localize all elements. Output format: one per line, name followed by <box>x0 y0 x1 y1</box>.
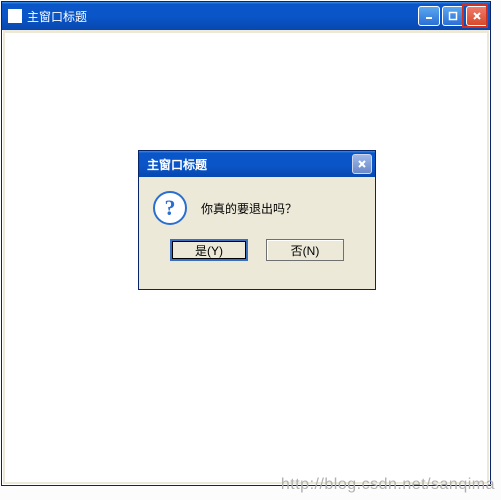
yes-button[interactable]: 是(Y) <box>170 239 248 261</box>
confirm-dialog: 主窗口标题 ? 你真的要退出吗？ 是(Y) 否(N) <box>138 150 376 290</box>
app-icon <box>8 9 22 23</box>
no-button[interactable]: 否(N) <box>266 239 344 261</box>
no-button-label: 否(N) <box>291 242 320 259</box>
close-button[interactable] <box>466 6 488 26</box>
yes-button-label: 是(Y) <box>195 242 223 259</box>
window-buttons <box>418 6 488 26</box>
minimize-button[interactable] <box>418 6 440 26</box>
dialog-close-button[interactable] <box>352 154 372 174</box>
maximize-icon <box>448 11 458 21</box>
main-window-title: 主窗口标题 <box>27 8 418 25</box>
dialog-body: ? 你真的要退出吗？ <box>139 177 375 231</box>
main-titlebar[interactable]: 主窗口标题 <box>2 2 490 30</box>
dialog-title: 主窗口标题 <box>147 156 352 173</box>
question-icon: ? <box>153 191 187 225</box>
close-icon <box>357 159 367 169</box>
dialog-message: 你真的要退出吗？ <box>201 200 297 217</box>
dialog-titlebar[interactable]: 主窗口标题 <box>139 151 375 177</box>
close-icon <box>472 11 482 21</box>
maximize-button[interactable] <box>442 6 464 26</box>
minimize-icon <box>424 11 434 21</box>
dialog-button-row: 是(Y) 否(N) <box>139 231 375 273</box>
